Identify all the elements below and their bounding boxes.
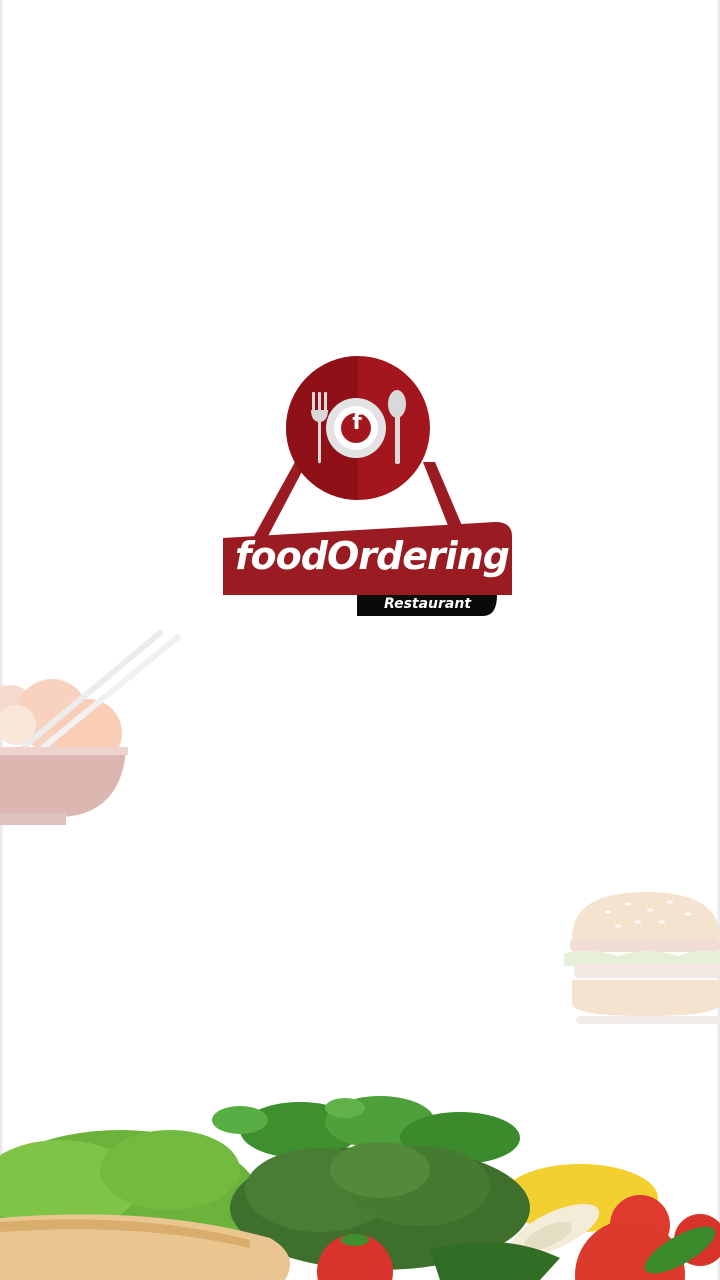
brand-tagline: Restaurant — [383, 596, 472, 612]
right-edge-shadow — [716, 0, 720, 1280]
splash-screen: f foodOrdering Restaurant — [0, 0, 720, 1280]
burger-illustration — [564, 892, 720, 1024]
vegetables-illustration — [0, 1096, 720, 1280]
app-logo: f foodOrdering Restaurant — [215, 350, 520, 625]
bowl-chopsticks-illustration — [0, 630, 181, 825]
logo-letter: f — [352, 410, 362, 435]
brand-name: foodOrdering — [235, 534, 510, 578]
logo-graphic — [223, 356, 512, 616]
